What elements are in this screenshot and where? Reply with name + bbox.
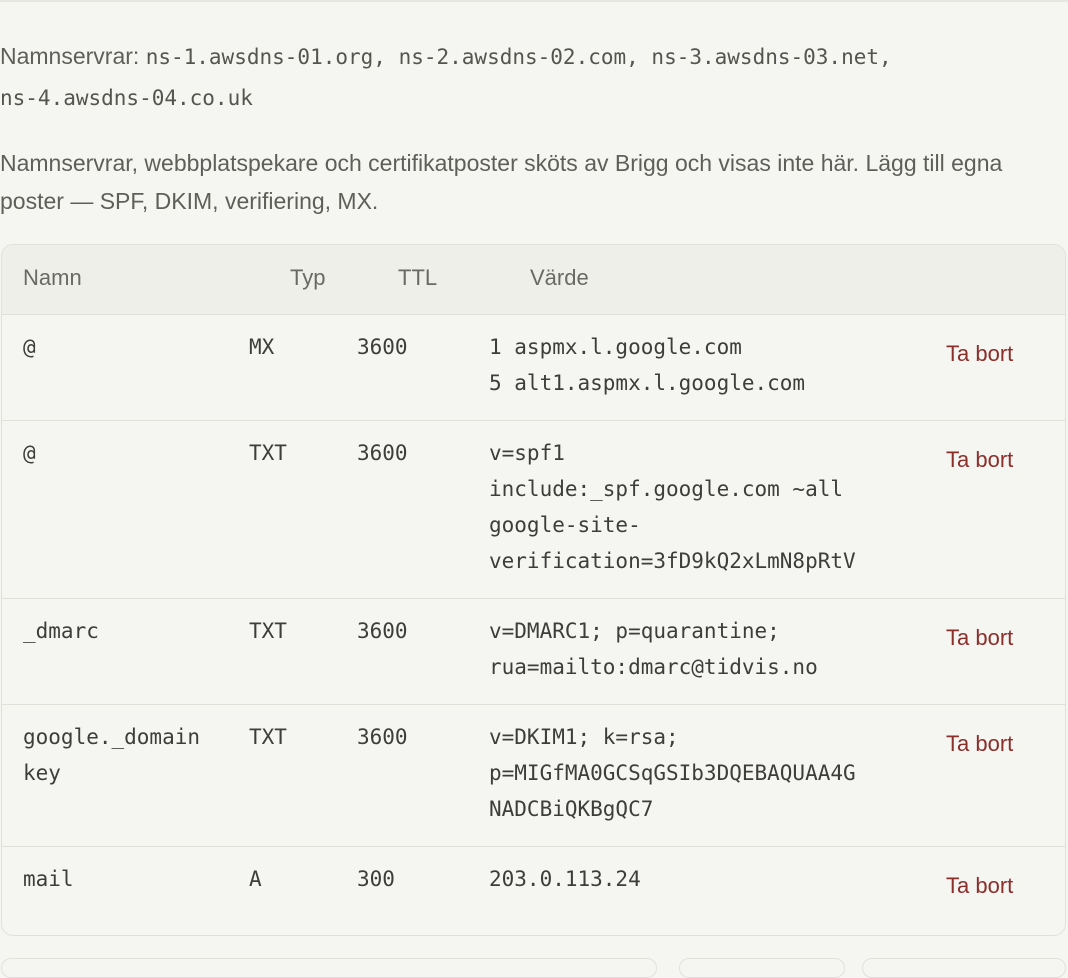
- table-row: google._domain key TXT 3600 v=DKIM1; k=r…: [2, 705, 1065, 847]
- nameservers-label: Namnservrar:: [0, 43, 140, 69]
- record-type: MX: [249, 335, 275, 359]
- record-ttl: 3600: [357, 619, 408, 643]
- table-header: Namn Typ TTL Värde: [2, 245, 1065, 315]
- delete-record-button[interactable]: Ta bort: [946, 873, 1013, 899]
- records-description: Namnservrar, webbplatspekare och certifi…: [0, 150, 1003, 214]
- record-type: TXT: [249, 619, 287, 643]
- table-row: @ MX 3600 1 aspmx.l.google.com 5 alt1.as…: [2, 315, 1065, 421]
- record-ttl: 3600: [357, 725, 408, 749]
- delete-record-button[interactable]: Ta bort: [946, 625, 1013, 651]
- header-ttl: TTL: [398, 265, 438, 290]
- header-value: Värde: [530, 265, 589, 290]
- table-row: @ TXT 3600 v=spf1 include:_spf.google.co…: [2, 421, 1065, 599]
- delete-record-button[interactable]: Ta bort: [946, 341, 1013, 367]
- record-name: google._domain key: [23, 725, 201, 785]
- record-type: TXT: [249, 441, 287, 465]
- record-name: @: [23, 335, 36, 359]
- record-ttl: 3600: [357, 441, 408, 465]
- nameservers-info: Namnservrar: ns-1.awsdns-01.org, ns-2.aw…: [0, 36, 1060, 118]
- form-field[interactable]: [862, 958, 1066, 978]
- form-field[interactable]: [1, 958, 657, 978]
- record-type: A: [249, 867, 262, 891]
- table-row: _dmarc TXT 3600 v=DMARC1; p=quarantine; …: [2, 599, 1065, 705]
- record-value: 1 aspmx.l.google.com 5 alt1.aspmx.l.goog…: [489, 335, 806, 395]
- form-field[interactable]: [679, 958, 845, 978]
- header-type: Typ: [290, 265, 326, 290]
- table-row: mail A 300 203.0.113.24 Ta bort: [2, 847, 1065, 935]
- record-value: v=DKIM1; k=rsa; p=MIGfMA0GCSqGSIb3DQEBAQ…: [489, 725, 856, 821]
- record-ttl: 300: [357, 867, 395, 891]
- record-value: v=DMARC1; p=quarantine; rua=mailto:dmarc…: [489, 619, 818, 679]
- record-name: _dmarc: [23, 619, 99, 643]
- record-name: mail: [23, 867, 74, 891]
- delete-record-button[interactable]: Ta bort: [946, 447, 1013, 473]
- record-value: 203.0.113.24: [489, 867, 641, 891]
- top-divider: [0, 0, 1068, 2]
- record-type: TXT: [249, 725, 287, 749]
- dns-records-table: Namn Typ TTL Värde @ MX 3600 1 aspmx.l.g…: [1, 244, 1066, 936]
- record-value: v=spf1 include:_spf.google.com ~all goog…: [489, 441, 856, 573]
- delete-record-button[interactable]: Ta bort: [946, 731, 1013, 757]
- header-name: Namn: [23, 265, 82, 290]
- record-ttl: 3600: [357, 335, 408, 359]
- record-name: @: [23, 441, 36, 465]
